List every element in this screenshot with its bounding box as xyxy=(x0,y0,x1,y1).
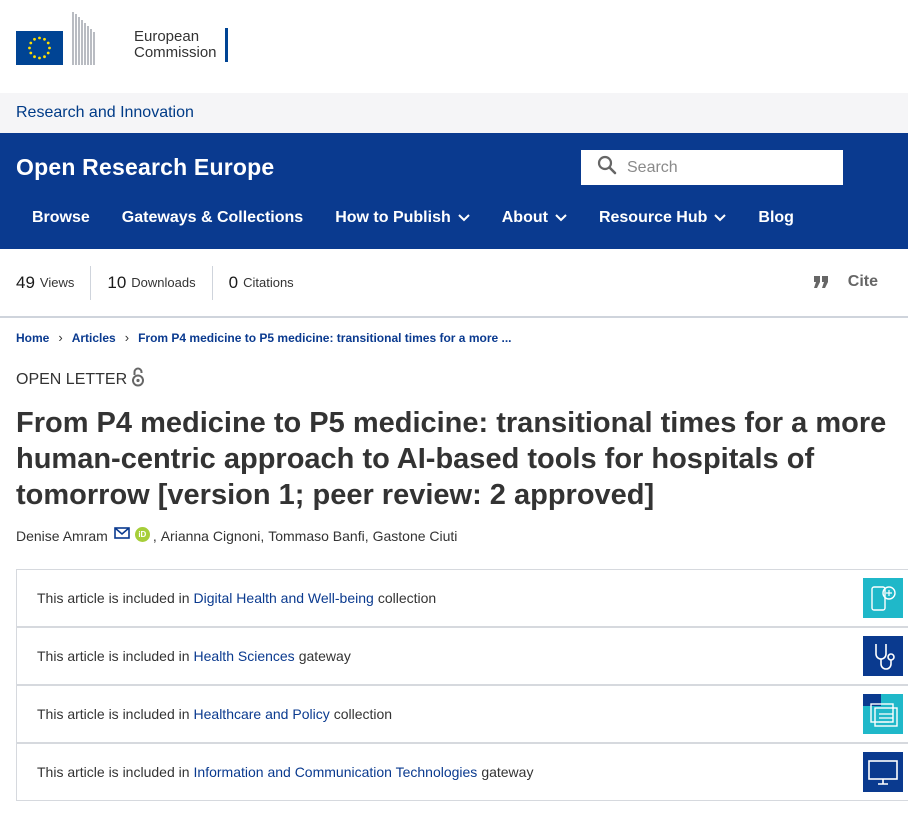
metric-label: Views xyxy=(39,275,75,290)
chevron-down-icon xyxy=(714,209,727,227)
collection-suffix: gateway xyxy=(481,764,534,780)
author-name[interactable]: Gastone Ciuti xyxy=(373,528,458,544)
eu-flag-icon xyxy=(16,30,63,65)
article-title: From P4 medicine to P5 medicine: transit… xyxy=(16,407,887,511)
nav-label: Gateways & Collections xyxy=(121,209,304,226)
nav-browse[interactable]: Browse xyxy=(16,209,106,227)
breadcrumb-current[interactable]: From P4 medicine to P5 medicine: transit… xyxy=(138,331,511,345)
collection-link[interactable]: Information and Communication Technologi… xyxy=(194,764,478,780)
ec-logo[interactable]: European Commission xyxy=(16,10,228,65)
documents-icon[interactable] xyxy=(863,694,903,734)
ec-wordmark: European Commission xyxy=(134,27,217,61)
collection-item: This article is included in Healthcare a… xyxy=(16,685,908,743)
nav-label: How to Publish xyxy=(335,209,451,226)
metric-downloads[interactable]: 10 Downloads xyxy=(90,265,211,300)
berlaymont-icon xyxy=(63,10,128,65)
main-nav: Browse Gateways & Collections How to Pub… xyxy=(16,209,810,227)
article-type: OPEN LETTER xyxy=(16,367,145,392)
ri-bar: Research and Innovation xyxy=(0,93,908,133)
nav-resource-hub[interactable]: Resource Hub xyxy=(583,209,742,227)
nav-label: Resource Hub xyxy=(598,209,708,226)
collection-suffix: collection xyxy=(333,706,393,722)
collection-suffix: collection xyxy=(377,590,437,606)
collection-item: This article is included in Health Scien… xyxy=(16,627,908,685)
cite-button[interactable]: Cite xyxy=(813,273,878,291)
breadcrumb-home[interactable]: Home xyxy=(16,331,49,345)
nav-blog[interactable]: Blog xyxy=(742,209,810,227)
phone-health-icon[interactable] xyxy=(863,578,903,618)
author-name[interactable]: Denise Amram xyxy=(16,528,108,544)
metric-value: 49 xyxy=(16,272,35,292)
ec-divider xyxy=(224,27,228,62)
author-separator: , xyxy=(364,528,369,544)
collection-prefix: This article is included in xyxy=(37,764,190,780)
metric-label: Citations xyxy=(243,275,294,290)
cite-label: Cite xyxy=(847,273,878,290)
chevron-right-icon: › xyxy=(58,330,63,345)
ore-header: Open Research Europe Browse Gateways & C… xyxy=(0,133,908,249)
ec-line2: Commission xyxy=(134,43,217,61)
chevron-down-icon xyxy=(458,209,470,227)
nav-gateways-collections[interactable]: Gateways & Collections xyxy=(106,209,319,227)
monitor-icon[interactable] xyxy=(863,752,903,792)
breadcrumb-articles[interactable]: Articles xyxy=(72,331,116,345)
email-icon[interactable] xyxy=(114,526,130,542)
collection-item: This article is included in Digital Heal… xyxy=(16,569,908,627)
collection-suffix: gateway xyxy=(298,648,351,664)
orcid-icon[interactable]: iD xyxy=(134,526,150,542)
metric-value: 10 xyxy=(107,272,127,292)
ri-link[interactable]: Research and Innovation xyxy=(16,104,194,122)
collection-item: This article is included in Information … xyxy=(16,743,908,801)
nav-label: Blog xyxy=(758,209,794,226)
metric-label: Downloads xyxy=(131,275,196,290)
open-access-icon xyxy=(127,367,145,392)
metric-views[interactable]: 49 Views xyxy=(0,266,90,300)
chevron-down-icon xyxy=(555,209,567,227)
collection-link[interactable]: Health Sciences xyxy=(194,648,295,664)
nav-label: About xyxy=(501,209,548,226)
quote-icon xyxy=(813,274,828,290)
ec-header: European Commission xyxy=(0,0,908,93)
search-icon[interactable] xyxy=(597,155,617,180)
author-list: Denise Amram iD , Arianna Cignoni , Tomm… xyxy=(16,526,458,544)
metric-citations[interactable]: 0 Citations xyxy=(211,265,310,300)
collection-prefix: This article is included in xyxy=(37,590,190,606)
collection-link[interactable]: Digital Health and Well-being xyxy=(194,590,374,606)
article-type-label: OPEN LETTER xyxy=(16,370,128,388)
collection-link[interactable]: Healthcare and Policy xyxy=(194,706,330,722)
stethoscope-icon[interactable] xyxy=(863,636,903,676)
search-input[interactable] xyxy=(627,158,827,177)
chevron-right-icon: › xyxy=(124,330,130,345)
ec-line1: European xyxy=(134,27,200,45)
breadcrumb: Home › Articles › From P4 medicine to P5… xyxy=(16,330,512,345)
nav-label: Browse xyxy=(32,209,90,226)
author-separator: , xyxy=(260,528,265,544)
nav-how-to-publish[interactable]: How to Publish xyxy=(319,209,486,227)
metric-value: 0 xyxy=(228,272,239,292)
site-title[interactable]: Open Research Europe xyxy=(16,154,274,181)
author-name[interactable]: Arianna Cignoni xyxy=(161,528,261,544)
metrics-bar: 49 Views 10 Downloads 0 Citations Cite xyxy=(0,249,908,318)
author-separator: , xyxy=(152,528,157,544)
author-name[interactable]: Tommaso Banfi xyxy=(268,528,364,544)
search-box xyxy=(581,150,843,185)
nav-about[interactable]: About xyxy=(486,209,583,227)
collection-prefix: This article is included in xyxy=(37,648,190,664)
collection-prefix: This article is included in xyxy=(37,706,190,722)
